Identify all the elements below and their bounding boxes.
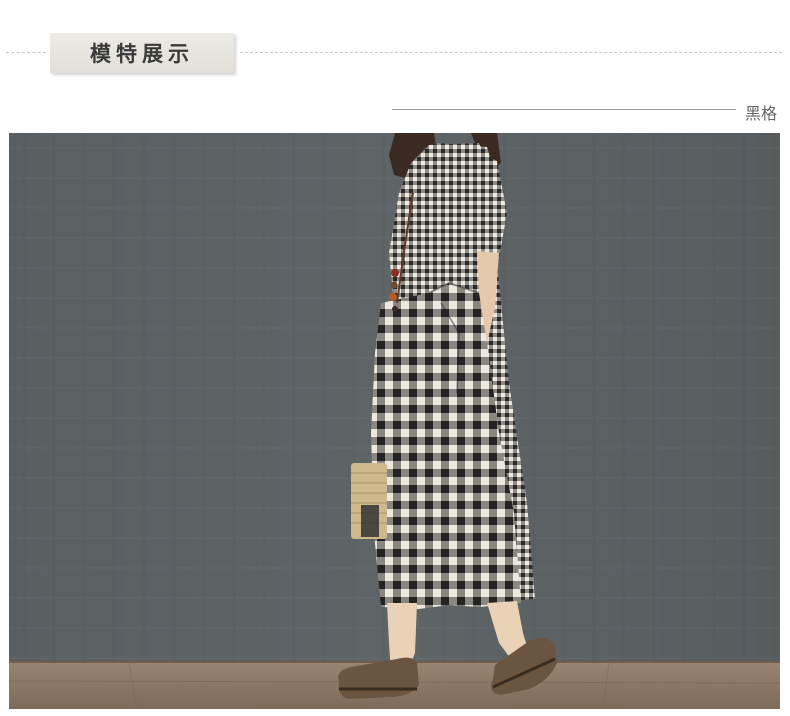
- header-divider-right: [240, 52, 782, 53]
- color-label: 黑格: [745, 104, 778, 123]
- model-photo: [9, 133, 780, 709]
- header-divider-left: [6, 52, 46, 53]
- color-divider: [392, 109, 736, 110]
- straw-bag: [351, 463, 387, 539]
- section-title-plate: 模特展示: [50, 33, 234, 73]
- section-title: 模特展示: [90, 41, 194, 66]
